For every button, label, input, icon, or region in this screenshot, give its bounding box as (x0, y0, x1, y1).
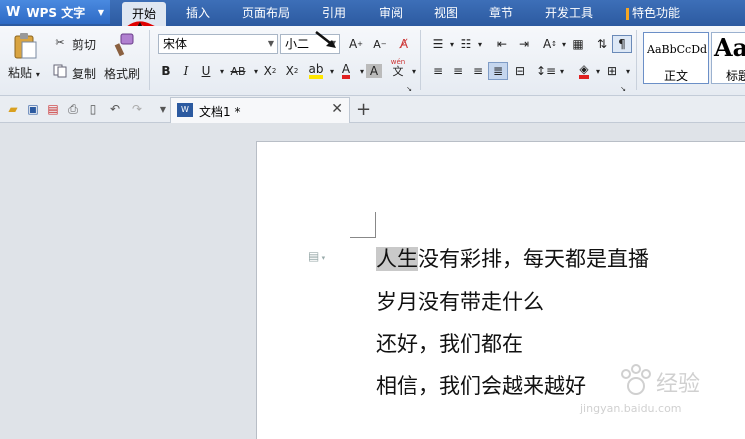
table-icon[interactable]: ▦ (568, 35, 588, 53)
app-menu-button[interactable]: W WPS 文字 ▼ (0, 0, 110, 24)
strikethrough-icon[interactable]: AB (228, 62, 248, 80)
divider (420, 30, 421, 90)
chevron-down-icon: ▼ (97, 7, 104, 17)
special-marker-icon (626, 7, 629, 20)
margin-marker (375, 212, 376, 238)
line-text: 没有彩排，每天都是直播 (418, 247, 649, 271)
divider (149, 30, 150, 90)
new-tab-plus-icon[interactable]: + (356, 99, 371, 120)
style-normal-preview: AaBbCcDd (647, 43, 707, 56)
scissors-icon[interactable]: ✂ (52, 34, 68, 50)
align-right-icon[interactable]: ≡ (468, 62, 488, 80)
close-icon[interactable]: ✕ (331, 101, 343, 117)
chevron-down-icon[interactable]: ▾ (618, 62, 638, 80)
document-line[interactable]: 还好，我们都在 (376, 328, 523, 358)
tab-document[interactable]: W 文档1 * ✕ (170, 97, 350, 123)
tab-insert[interactable]: 插入 (186, 0, 210, 26)
style-heading-label: 标题 (726, 69, 745, 83)
copy-button[interactable]: 复制 (72, 65, 96, 82)
document-tab-title: 文档1 * (199, 105, 241, 119)
save-icon[interactable]: ▣ (25, 101, 41, 117)
subscript-icon[interactable]: X2 (282, 62, 302, 80)
menu-bar: W WPS 文字 ▼ 开始 插入 页面布局 引用 审阅 视图 章节 开发工具 特… (0, 0, 745, 26)
font-name-select[interactable]: 宋体 ▼ (158, 34, 278, 54)
annotation-arrow-icon (315, 31, 336, 48)
justify-icon[interactable]: ≣ (488, 62, 508, 80)
redo-icon[interactable]: ↷ (129, 101, 145, 117)
paste-icon[interactable] (10, 32, 40, 60)
style-normal-label: 正文 (663, 69, 688, 83)
paste-button[interactable]: 粘贴 ▾ (8, 64, 40, 81)
bold-icon[interactable]: B (156, 62, 176, 80)
format-painter-button[interactable]: 格式刷 (104, 65, 140, 82)
tab-review[interactable]: 审阅 (379, 0, 403, 26)
chevron-down-icon[interactable]: ▾ (470, 35, 490, 53)
font-size-value: 小二 (285, 37, 310, 51)
chevron-down-icon[interactable]: ▼ (155, 101, 171, 117)
wps-logo-icon: W (6, 4, 21, 20)
style-heading[interactable]: Aa 标题 (711, 32, 745, 84)
undo-icon[interactable]: ↶ (107, 101, 123, 117)
selected-text: 人生 (376, 247, 418, 271)
grow-font-icon[interactable]: A + (346, 35, 366, 53)
document-line[interactable]: 相信，我们会越来越好 (376, 370, 586, 400)
paw-logo-icon (621, 364, 651, 395)
copy-icon[interactable] (52, 63, 68, 79)
tab-special-label: 特色功能 (632, 6, 681, 20)
watermark-brand: 经验 (656, 372, 701, 397)
style-normal[interactable]: AaBbCcDd 正文 (643, 32, 709, 84)
tab-special-features[interactable]: 特色功能 (626, 0, 680, 26)
style-heading-preview: Aa (714, 33, 745, 62)
export-pdf-icon[interactable]: ▤ (45, 101, 61, 117)
chevron-down-icon: ▼ (267, 39, 274, 48)
quick-access-toolbar: ▰ ▣ ▤ ⎙ ▯ ↶ ↷ ▼ (0, 96, 745, 123)
watermark-url: jingyan.baidu.com (580, 402, 682, 415)
document-line[interactable]: 岁月没有带走什么 (376, 286, 544, 316)
increase-indent-icon[interactable]: ⇥ (514, 35, 534, 53)
chevron-down-icon[interactable]: ▾ (552, 62, 572, 80)
divider (636, 30, 637, 90)
paragraph-handle-icon[interactable]: ▤ ▾ (308, 249, 325, 263)
ribbon-home: 粘贴 ▾ ✂ 剪切 复制 格式刷 宋体▼ 小二▼ A+ A− A̸ B I U … (0, 26, 745, 96)
align-center-icon[interactable]: ≡ (448, 62, 468, 80)
distributed-align-icon[interactable]: ⊟ (510, 62, 530, 80)
chevron-down-icon[interactable]: ▾ (404, 62, 424, 80)
margin-marker (350, 237, 376, 238)
paste-label: 粘贴 (8, 66, 33, 80)
print-icon[interactable]: ⎙ (65, 101, 81, 117)
tab-view[interactable]: 视图 (434, 0, 458, 26)
clear-format-icon[interactable]: A̸ (394, 35, 414, 53)
align-left-icon[interactable]: ≡ (428, 62, 448, 80)
tab-page-layout[interactable]: 页面布局 (242, 0, 290, 26)
tab-chapter[interactable]: 章节 (489, 0, 513, 26)
document-icon: W (177, 103, 193, 117)
print-preview-icon[interactable]: ▯ (85, 101, 101, 117)
tab-references[interactable]: 引用 (322, 0, 346, 26)
document-line[interactable]: 人生没有彩排，每天都是直播 (376, 243, 649, 273)
italic-icon[interactable]: I (176, 62, 196, 80)
char-shading-icon[interactable]: A (366, 64, 382, 78)
decrease-indent-icon[interactable]: ⇤ (492, 35, 512, 53)
watermark: 经验 jingyan.baidu.com (578, 358, 745, 438)
open-folder-icon[interactable]: ▰ (5, 101, 21, 117)
cut-button[interactable]: 剪切 (72, 36, 96, 53)
tab-developer[interactable]: 开发工具 (545, 0, 593, 26)
font-name-value: 宋体 (163, 37, 188, 51)
sort-icon[interactable]: ⇅ (592, 35, 612, 53)
shrink-font-icon[interactable]: A − (370, 35, 390, 53)
format-painter-icon[interactable] (110, 32, 136, 58)
show-marks-icon[interactable]: ¶ (612, 35, 632, 53)
app-name: WPS 文字 (26, 5, 86, 20)
superscript-icon[interactable]: X2 (260, 62, 280, 80)
